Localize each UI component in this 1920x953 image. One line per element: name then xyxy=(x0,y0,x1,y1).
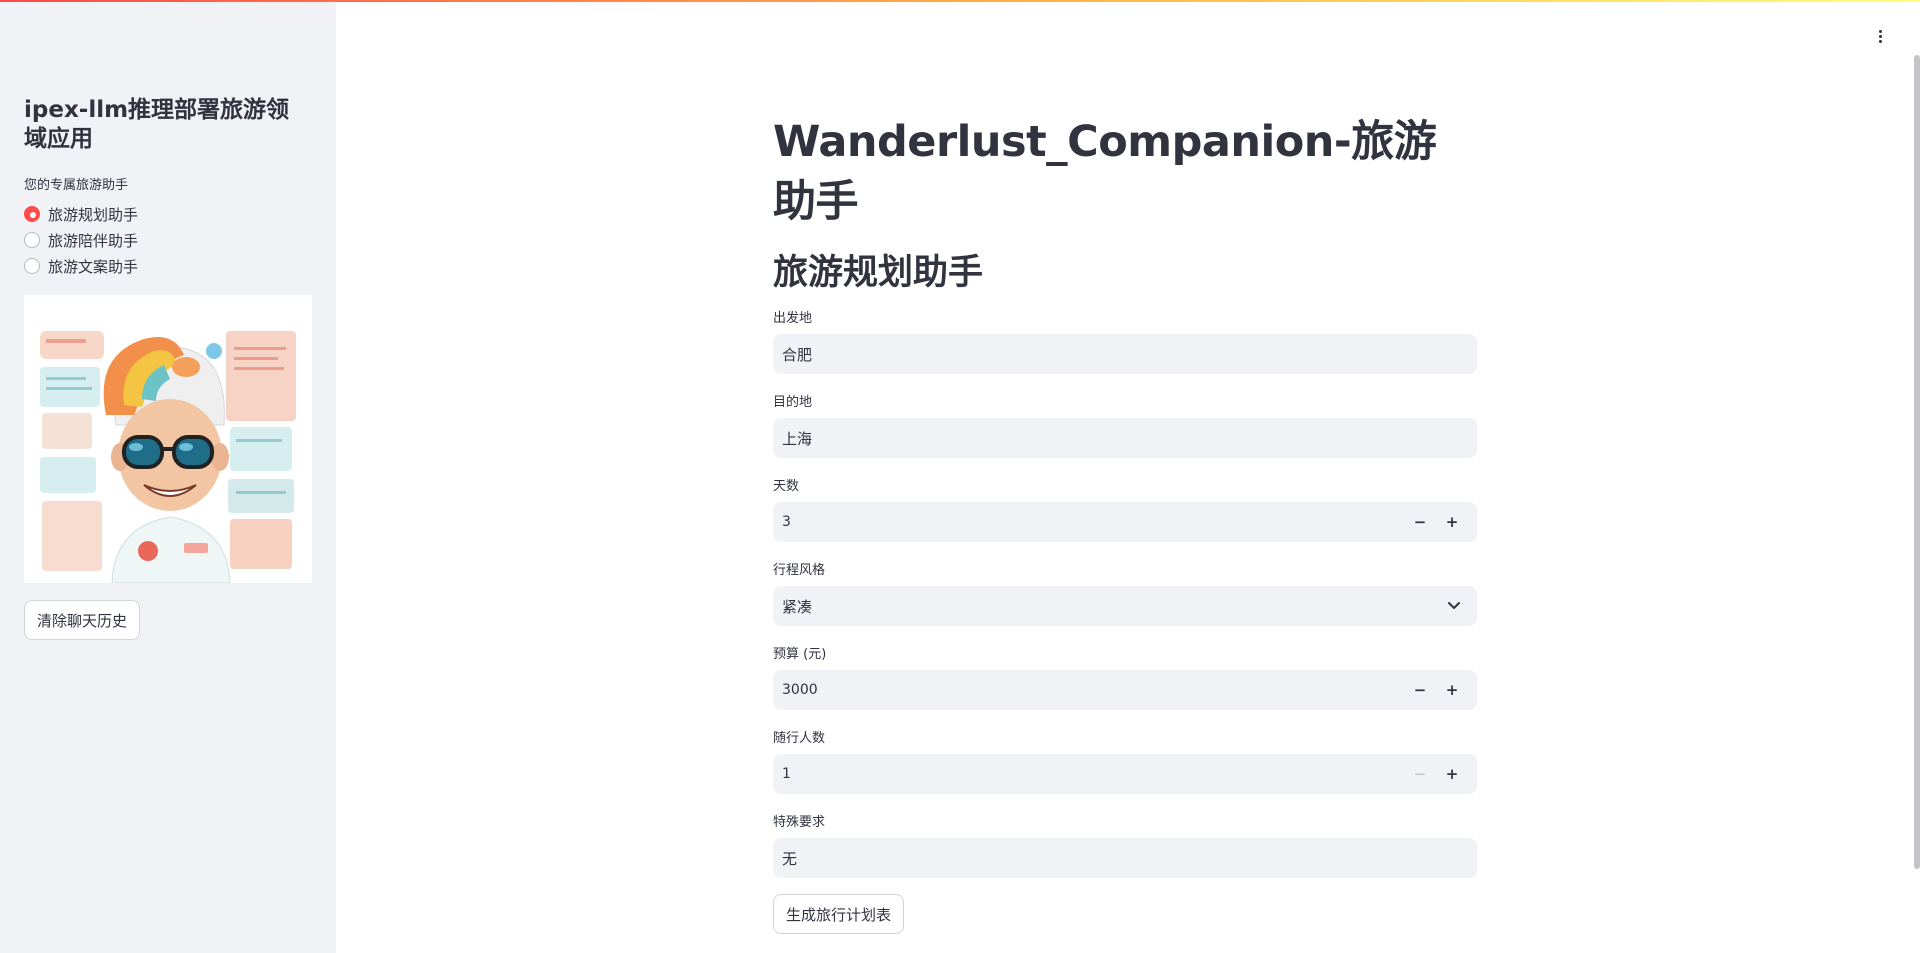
special-requirements-input-wrapper xyxy=(773,838,1477,878)
traveler-illustration xyxy=(24,295,312,584)
style-label: 行程风格 xyxy=(773,563,826,578)
vertical-scrollbar[interactable] xyxy=(1914,55,1920,869)
people-number-input-wrapper: − + xyxy=(773,754,1477,794)
destination-input[interactable] xyxy=(782,429,1468,447)
destination-input-wrapper xyxy=(773,418,1477,458)
budget-number-input[interactable] xyxy=(782,682,1404,698)
people-label: 随行人数 xyxy=(773,731,826,746)
people-decrement-icon: − xyxy=(1413,765,1427,783)
days-label: 天数 xyxy=(773,479,800,494)
section-title: 旅游规划助手 xyxy=(773,253,984,293)
special-requirements-label: 特殊要求 xyxy=(773,815,826,830)
radio-option-companion[interactable]: 旅游陪伴助手 xyxy=(24,227,312,253)
destination-label: 目的地 xyxy=(773,395,813,410)
main-content: Wanderlust_Companion-旅游助手 旅游规划助手 出发地 目的地… xyxy=(773,112,1477,934)
special-requirements-input[interactable] xyxy=(782,849,1468,867)
days-increment-icon[interactable]: + xyxy=(1436,502,1468,542)
radio-option-copywriting[interactable]: 旅游文案助手 xyxy=(24,253,312,279)
people-increment-icon[interactable]: + xyxy=(1436,754,1468,794)
days-field: 天数 − + xyxy=(773,478,1477,542)
radio-selected-indicator[interactable] xyxy=(24,206,40,222)
clear-chat-history-button[interactable]: 清除聊天历史 xyxy=(24,600,141,640)
radio-option-planning[interactable]: 旅游规划助手 xyxy=(24,201,312,227)
menu-dot xyxy=(1878,34,1882,38)
menu-dot xyxy=(1878,29,1882,33)
days-decrement-icon[interactable]: − xyxy=(1404,502,1436,542)
style-selected-value: 紧凑 xyxy=(782,597,813,616)
budget-decrement-icon[interactable]: − xyxy=(1404,670,1436,710)
kebab-menu-icon[interactable] xyxy=(1870,26,1890,46)
departure-field: 出发地 xyxy=(773,310,1477,374)
radio-group-caption: 您的专属旅游助手 xyxy=(24,178,129,193)
sidebar: ipex-llm推理部署旅游领域应用 您的专属旅游助手 旅游规划助手 旅游陪伴助… xyxy=(0,0,336,953)
budget-field: 预算 (元) − + xyxy=(773,646,1477,710)
radio-unselected-indicator[interactable] xyxy=(24,258,40,274)
chevron-down-icon[interactable] xyxy=(1440,586,1468,626)
sidebar-title: ipex-llm推理部署旅游领域应用 xyxy=(24,97,290,152)
radio-option-label: 旅游陪伴助手 xyxy=(48,231,139,250)
traveler-avatar-image xyxy=(24,295,312,584)
departure-input[interactable] xyxy=(782,345,1468,363)
people-field: 随行人数 − + xyxy=(773,730,1477,794)
radio-unselected-indicator[interactable] xyxy=(24,232,40,248)
days-number-input-wrapper: − + xyxy=(773,502,1477,542)
budget-increment-icon[interactable]: + xyxy=(1436,670,1468,710)
menu-dot xyxy=(1878,39,1882,43)
style-field: 行程风格 紧凑 xyxy=(773,562,1477,626)
generate-travel-plan-button[interactable]: 生成旅行计划表 xyxy=(773,894,905,934)
radio-option-label: 旅游规划助手 xyxy=(48,205,139,224)
page-title: Wanderlust_Companion-旅游助手 xyxy=(773,117,1437,227)
style-select[interactable]: 紧凑 xyxy=(773,586,1477,626)
radio-option-label: 旅游文案助手 xyxy=(48,257,139,276)
budget-label: 预算 (元) xyxy=(773,647,827,662)
budget-number-input-wrapper: − + xyxy=(773,670,1477,710)
days-number-input[interactable] xyxy=(782,514,1404,530)
departure-input-wrapper xyxy=(773,334,1477,374)
assistant-radio-group: 旅游规划助手 旅游陪伴助手 旅游文案助手 xyxy=(24,201,312,279)
people-number-input[interactable] xyxy=(782,766,1404,782)
destination-field: 目的地 xyxy=(773,394,1477,458)
top-decoration-bar xyxy=(0,0,1920,2)
special-requirements-field: 特殊要求 xyxy=(773,814,1477,878)
departure-label: 出发地 xyxy=(773,311,813,326)
